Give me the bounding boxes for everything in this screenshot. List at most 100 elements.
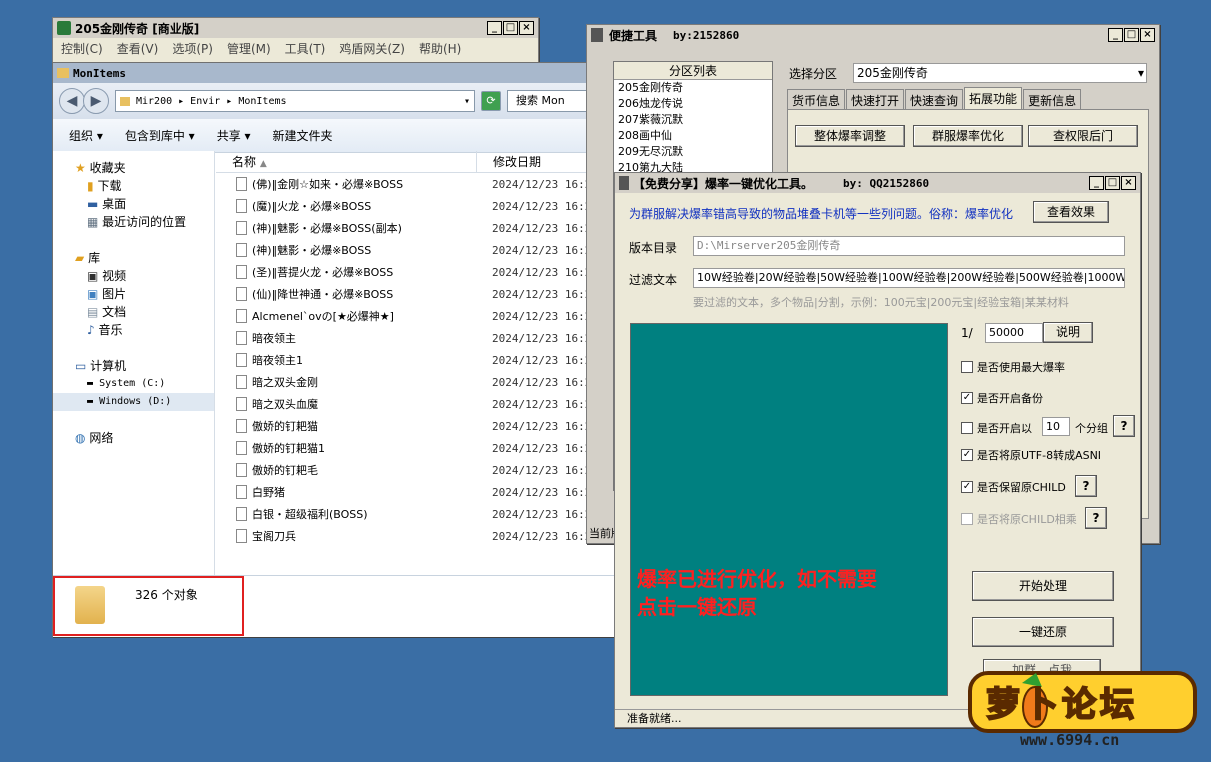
file-row[interactable]: 傲娇的钉耙毛 2024/12/23 16:2 (216, 459, 622, 481)
option-max-rate[interactable]: 是否使用最大爆率 (961, 359, 1065, 375)
file-row[interactable]: (圣)‖菩提火龙・必爆※BOSS 2024/12/23 16:2 (216, 261, 622, 283)
partition-item[interactable]: 206烛龙传说 (618, 96, 772, 112)
option-backup[interactable]: ✓ 是否开启备份 (961, 390, 1043, 406)
close-button[interactable]: × (519, 21, 534, 35)
file-row[interactable]: (神)‖魅影・必爆※BOSS(副本) 2024/12/23 16:2 (216, 217, 622, 239)
tool-titlebar[interactable]: 便捷工具 by:2152860 _ □ × (587, 25, 1159, 45)
nav-item-recent[interactable]: ▦ 最近访问的位置 (53, 213, 214, 231)
file-row[interactable]: 暗之双头金刚 2024/12/23 16:2 (216, 371, 622, 393)
menu-control[interactable]: 控制(C) (61, 40, 103, 56)
check-backdoor-button[interactable]: 查权限后门 (1028, 125, 1138, 147)
checkbox[interactable]: ✓ (961, 392, 973, 404)
column-date[interactable]: 修改日期 (476, 151, 541, 172)
minimize-button[interactable]: _ (1089, 176, 1104, 190)
menu-view[interactable]: 查看(V) (117, 40, 159, 56)
file-row[interactable]: (神)‖魅影・必爆※BOSS 2024/12/23 16:2 (216, 239, 622, 261)
maximize-button[interactable]: □ (1124, 28, 1139, 42)
option-utf8-to-ansi[interactable]: ✓ 是否将原UTF-8转成ASNI (961, 447, 1101, 463)
file-date: 2024/12/23 16:2 (492, 177, 592, 191)
close-button[interactable]: × (1121, 176, 1136, 190)
menu-help[interactable]: 帮助(H) (419, 40, 461, 56)
checkbox[interactable] (961, 513, 973, 525)
optimize-titlebar[interactable]: 【免费分享】爆率一键优化工具。 by: QQ2152860 _ □ × (615, 173, 1140, 193)
partition-select[interactable]: 205金刚传奇 ▾ (853, 63, 1147, 83)
nav-network[interactable]: ◍ 网络 (53, 429, 214, 447)
file-row[interactable]: 傲娇的钉耙猫1 2024/12/23 16:2 (216, 437, 622, 459)
explorer-titlebar[interactable]: 205金刚传奇 [商业版] _ □ × (53, 18, 538, 38)
new-folder-button[interactable]: 新建文件夹 (273, 127, 333, 144)
help-button[interactable]: ? (1085, 507, 1107, 529)
file-row[interactable]: 白银・超级福利(BOSS) 2024/12/23 16:2 (216, 503, 622, 525)
monitems-titlebar[interactable]: MonItems (53, 63, 621, 83)
chevron-down-icon[interactable]: ▾ (464, 96, 470, 107)
file-row[interactable]: 暗夜领主1 2024/12/23 16:2 (216, 349, 622, 371)
menu-gateway[interactable]: 鸡盾网关(Z) (339, 40, 405, 56)
option-keep-child[interactable]: ✓ 是否保留原CHILD (961, 479, 1066, 495)
back-icon[interactable]: ◀ (59, 88, 85, 114)
maximize-button[interactable]: □ (503, 21, 518, 35)
file-row[interactable]: (佛)‖金刚☆如来・必爆※BOSS 2024/12/23 16:2 (216, 173, 622, 195)
file-row[interactable]: Alcmenel`ovの[★必爆神★] 2024/12/23 16:2 (216, 305, 622, 327)
nav-item-music[interactable]: ♪ 音乐 (53, 321, 214, 339)
overall-rate-button[interactable]: 整体爆率调整 (795, 125, 905, 147)
nav-item-videos[interactable]: ▣ 视频 (53, 267, 214, 285)
tab-updates[interactable]: 更新信息 (1023, 89, 1082, 111)
checkbox[interactable] (961, 422, 973, 434)
partition-item[interactable]: 209无尽沉默 (618, 144, 772, 160)
close-button[interactable]: × (1140, 28, 1155, 42)
organize-button[interactable]: 组织 ▾ (69, 127, 103, 144)
group-count-input[interactable]: 10 (1042, 417, 1070, 436)
view-effect-button[interactable]: 查看效果 (1033, 201, 1109, 223)
column-name[interactable]: 名称 ▲ (216, 151, 476, 172)
nav-item-pictures[interactable]: ▣ 图片 (53, 285, 214, 303)
checkbox[interactable] (961, 361, 973, 373)
option-multiply-child[interactable]: 是否将原CHILD相乘 (961, 511, 1077, 527)
include-library-button[interactable]: 包含到库中 ▾ (125, 127, 195, 144)
checkbox[interactable]: ✓ (961, 481, 973, 493)
nav-item-desktop[interactable]: ▬ 桌面 (53, 195, 214, 213)
help-button[interactable]: ? (1075, 475, 1097, 497)
explain-button[interactable]: 说明 (1043, 322, 1093, 343)
nav-item-drive-c[interactable]: ▬ System (C:) (53, 375, 214, 393)
checkbox[interactable]: ✓ (961, 449, 973, 461)
menu-tools[interactable]: 工具(T) (285, 40, 326, 56)
menu-manage[interactable]: 管理(M) (227, 40, 271, 56)
version-dir-input[interactable]: D:\Mirserver205金刚传奇 (693, 236, 1125, 256)
partition-item[interactable]: 207紫薇沉默 (618, 112, 772, 128)
file-row[interactable]: 宝阁刀兵 2024/12/23 16:2 (216, 525, 622, 547)
file-row[interactable]: (仙)‖降世神通・必爆※BOSS 2024/12/23 16:2 (216, 283, 622, 305)
option-grouping[interactable]: 是否开启以 (961, 420, 1032, 436)
nav-libraries[interactable]: ▰ 库 (53, 249, 214, 267)
file-row[interactable]: (魔)‖火龙・必爆※BOSS 2024/12/23 16:2 (216, 195, 622, 217)
minimize-button[interactable]: _ (1108, 28, 1123, 42)
refresh-icon[interactable]: ⟳ (481, 91, 501, 111)
help-button[interactable]: ? (1113, 415, 1135, 437)
start-process-button[interactable]: 开始处理 (972, 571, 1114, 601)
tab-extensions[interactable]: 拓展功能 (964, 87, 1023, 111)
tab-quick-open[interactable]: 快速打开 (846, 89, 905, 111)
restore-button[interactable]: 一键还原 (972, 617, 1114, 647)
nav-item-drive-d[interactable]: ▬ Windows (D:) (53, 393, 214, 411)
partition-item[interactable]: 208画中仙 (618, 128, 772, 144)
ratio-input[interactable]: 50000 (985, 323, 1043, 343)
file-row[interactable]: 傲娇的钉耙猫 2024/12/23 16:2 (216, 415, 622, 437)
partition-item[interactable]: 205金刚传奇 (618, 80, 772, 96)
file-row[interactable]: 白野猪 2024/12/23 16:2 (216, 481, 622, 503)
tab-quick-query[interactable]: 快速查询 (905, 89, 964, 111)
filter-text-input[interactable]: 10W经验卷|20W经验卷|50W经验卷|100W经验卷|200W经验卷|500… (693, 268, 1125, 288)
forward-icon[interactable]: ▶ (83, 88, 109, 114)
chevron-down-icon[interactable]: ▾ (1138, 64, 1144, 82)
file-row[interactable]: 暗之双头血魔 2024/12/23 16:2 (216, 393, 622, 415)
file-row[interactable]: 暗夜领主 2024/12/23 16:2 (216, 327, 622, 349)
maximize-button[interactable]: □ (1105, 176, 1120, 190)
minimize-button[interactable]: _ (487, 21, 502, 35)
group-rate-optimize-button[interactable]: 群服爆率优化 (913, 125, 1023, 147)
tab-currency[interactable]: 货币信息 (787, 89, 846, 111)
share-button[interactable]: 共享 ▾ (217, 127, 251, 144)
address-box[interactable]: Mir200 ▸ Envir ▸ MonItems ▾ (115, 90, 475, 112)
nav-item-downloads[interactable]: ▮ 下载 (53, 177, 214, 195)
nav-item-documents[interactable]: ▤ 文档 (53, 303, 214, 321)
menu-options[interactable]: 选项(P) (172, 40, 213, 56)
nav-favorites[interactable]: ★ 收藏夹 (53, 159, 214, 177)
nav-computer[interactable]: ▭ 计算机 (53, 357, 214, 375)
